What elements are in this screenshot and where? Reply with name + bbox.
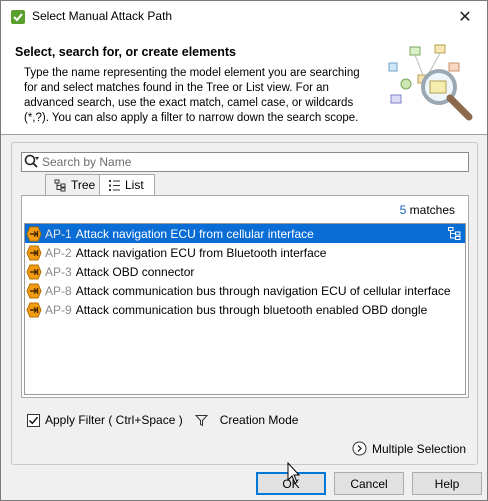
app-icon: [11, 10, 25, 24]
multiple-selection-toggle[interactable]: Multiple Selection: [352, 441, 466, 456]
checkmark-icon: [28, 416, 39, 424]
select-in-tree-icon[interactable]: [447, 226, 462, 241]
tab-tree[interactable]: Tree: [45, 174, 101, 195]
list-item-id: AP-2: [45, 245, 72, 260]
cancel-button-label: Cancel: [350, 476, 388, 491]
filter-options: Apply Filter ( Ctrl+Space ) Creation Mod…: [27, 412, 298, 428]
attack-path-icon: [26, 245, 42, 260]
list-item[interactable]: AP-1 Attack navigation ECU from cellular …: [25, 224, 465, 243]
list-item-name: Attack communication bus through bluetoo…: [75, 302, 428, 317]
title-bar: Select Manual Attack Path ✕: [1, 1, 487, 32]
tree-icon: [54, 179, 66, 191]
dialog-window: Select Manual Attack Path ✕ Select, sear…: [0, 0, 488, 501]
list-item-name: Attack OBD connector: [75, 264, 195, 279]
mouse-cursor-icon: [287, 462, 301, 484]
funnel-icon[interactable]: [194, 414, 208, 427]
header-banner: Select, search for, or create elements T…: [1, 32, 487, 135]
list-icon: [109, 179, 120, 191]
attack-path-icon: [26, 283, 42, 298]
attack-path-icon: [26, 264, 42, 279]
list-item-id: AP-9: [45, 302, 72, 317]
list-item-id: AP-1: [45, 226, 72, 241]
list-item[interactable]: AP-8 Attack communication bus through nav…: [25, 281, 465, 300]
tab-tree-label: Tree: [71, 178, 96, 192]
help-button-label: Help: [434, 476, 460, 491]
list-item-name: Attack navigation ECU from cellular inte…: [75, 226, 314, 241]
list-item-id: AP-3: [45, 264, 72, 279]
list-item[interactable]: AP-9 Attack communication bus through blu…: [25, 300, 465, 319]
results-list[interactable]: AP-1 Attack navigation ECU from cellular …: [24, 223, 466, 395]
chevron-right-icon: [352, 441, 367, 456]
list-item[interactable]: AP-3 Attack OBD connector: [25, 262, 465, 281]
list-item-id: AP-8: [45, 283, 72, 298]
close-button[interactable]: ✕: [443, 1, 487, 32]
window-title: Select Manual Attack Path: [32, 9, 173, 23]
match-count: 5 matches: [400, 203, 455, 217]
apply-filter-checkbox[interactable]: [27, 413, 40, 427]
attack-path-icon: [26, 226, 42, 241]
close-icon: ✕: [458, 8, 472, 26]
attack-path-icon: [26, 302, 42, 317]
list-view: 5 matches AP-1 Attack navigation ECU from…: [21, 195, 469, 398]
multiple-selection-label: Multiple Selection: [372, 441, 467, 456]
tab-list[interactable]: List: [99, 174, 155, 195]
header-title: Select, search for, or create elements: [15, 45, 236, 59]
search-field[interactable]: [21, 152, 469, 172]
search-illustration-icon: [388, 44, 473, 121]
search-icon: [24, 154, 39, 168]
list-item[interactable]: AP-2 Attack navigation ECU from Bluetooth…: [25, 243, 465, 262]
cancel-button[interactable]: Cancel: [334, 472, 404, 495]
list-item-name: Attack navigation ECU from Bluetooth int…: [75, 245, 327, 260]
search-input[interactable]: [41, 154, 461, 170]
match-count-suffix: matches: [406, 203, 455, 217]
creation-mode-label[interactable]: Creation Mode: [220, 413, 299, 427]
header-description: Type the name representing the model ele…: [24, 67, 360, 124]
help-button[interactable]: Help: [412, 472, 482, 495]
tab-list-label: List: [125, 178, 144, 192]
apply-filter-label[interactable]: Apply Filter ( Ctrl+Space ): [45, 413, 183, 427]
list-item-name: Attack communication bus through navigat…: [75, 283, 451, 298]
